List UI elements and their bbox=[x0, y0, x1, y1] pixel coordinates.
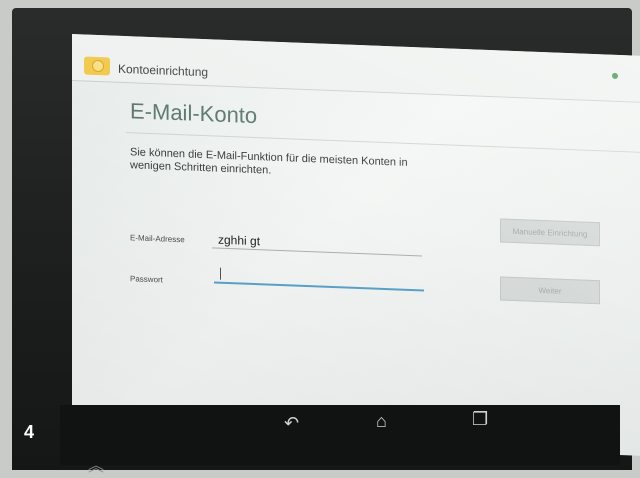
status-indicator-icon bbox=[612, 72, 618, 79]
recent-apps-icon[interactable]: ❐ bbox=[472, 409, 488, 430]
intro-text: Sie können die E-Mail-Funktion für die m… bbox=[130, 146, 408, 177]
back-arrow-icon[interactable]: ↶ bbox=[284, 413, 299, 434]
tablet-screen: Kontoeinrichtung E-Mail-Konto Sie können… bbox=[72, 34, 640, 456]
password-field[interactable] bbox=[214, 281, 424, 292]
email-field-underline bbox=[212, 247, 422, 257]
email-field[interactable]: zghhi gt bbox=[218, 233, 260, 249]
email-app-icon bbox=[84, 56, 110, 76]
text-cursor bbox=[220, 267, 221, 280]
app-title: Kontoeinrichtung bbox=[118, 61, 209, 80]
next-button[interactable]: Weiter bbox=[500, 276, 600, 305]
password-label: Passwort bbox=[130, 274, 163, 285]
email-label: E-Mail-Adresse bbox=[130, 233, 185, 245]
home-icon[interactable]: ⌂ bbox=[376, 411, 387, 432]
step-number: 4 bbox=[24, 422, 35, 442]
page-title: E-Mail-Konto bbox=[130, 98, 258, 129]
chevron-up-icon: ︽ bbox=[88, 458, 105, 475]
manual-setup-button[interactable]: Manuelle Einrichtung bbox=[500, 218, 600, 247]
navigation-bar: ↶ ⌂ ❐ bbox=[60, 405, 620, 465]
